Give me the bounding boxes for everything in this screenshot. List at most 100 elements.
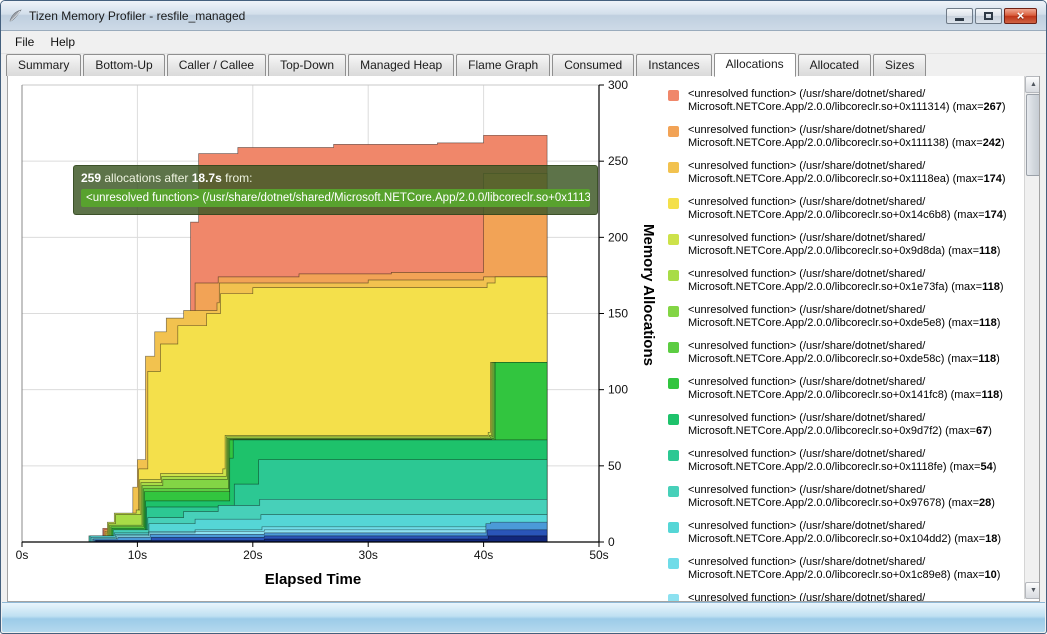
legend-close-paren: ) — [1001, 137, 1005, 149]
legend-max: 28 — [979, 497, 991, 509]
legend-label: <unresolved function> (/usr/share/dotnet… — [688, 124, 1005, 150]
legend-line2: Microsoft.NETCore.App/2.0.0/libcoreclr.s… — [688, 353, 1000, 366]
y-tick-label: 300 — [608, 78, 628, 92]
legend-color-chip — [668, 378, 679, 389]
legend-item[interactable]: <unresolved function> (/usr/share/dotnet… — [668, 160, 1024, 186]
tab-managed-heap[interactable]: Managed Heap — [348, 54, 454, 76]
legend-item[interactable]: <unresolved function> (/usr/share/dotnet… — [668, 484, 1024, 510]
tooltip-count: 259 — [81, 171, 101, 185]
tab-caller-callee[interactable]: Caller / Callee — [167, 54, 266, 76]
close-button[interactable]: × — [1004, 8, 1037, 24]
legend-close-paren: ) — [1000, 281, 1004, 293]
legend-item[interactable]: <unresolved function> (/usr/share/dotnet… — [668, 232, 1024, 258]
tab-allocations[interactable]: Allocations — [714, 53, 796, 77]
menu-help[interactable]: Help — [42, 32, 83, 52]
legend-color-chip — [668, 522, 679, 533]
legend-item[interactable]: <unresolved function> (/usr/share/dotnet… — [668, 448, 1024, 474]
tab-top-down[interactable]: Top-Down — [268, 54, 346, 76]
y-tick-label: 200 — [608, 230, 628, 244]
legend-line1: <unresolved function> (/usr/share/dotnet… — [688, 484, 995, 497]
legend-path: Microsoft.NETCore.App/2.0.0/libcoreclr.s… — [688, 173, 984, 185]
tab-summary[interactable]: Summary — [6, 54, 81, 76]
legend-item[interactable]: <unresolved function> (/usr/share/dotnet… — [668, 592, 1024, 602]
legend-line2: Microsoft.NETCore.App/2.0.0/libcoreclr.s… — [688, 569, 1000, 582]
legend-close-paren: ) — [988, 425, 992, 437]
y-tick-label: 50 — [608, 459, 622, 473]
legend-label: <unresolved function> (/usr/share/dotnet… — [688, 196, 1007, 222]
legend-scrollbar[interactable]: ▲ ▼ — [1024, 76, 1040, 599]
tab-instances[interactable]: Instances — [636, 54, 711, 76]
legend-item[interactable]: <unresolved function> (/usr/share/dotnet… — [668, 268, 1024, 294]
legend-line1: <unresolved function> (/usr/share/dotnet… — [688, 88, 1006, 101]
tab-sizes[interactable]: Sizes — [873, 54, 926, 76]
legend-color-chip — [668, 198, 679, 209]
legend-item[interactable]: <unresolved function> (/usr/share/dotnet… — [668, 304, 1024, 330]
x-tick-label: 40s — [474, 548, 493, 562]
scrollbar-thumb[interactable] — [1026, 94, 1040, 176]
tooltip-function: <unresolved function> (/usr/share/dotnet… — [81, 189, 590, 207]
legend-max: 54 — [980, 461, 992, 473]
maximize-button[interactable] — [975, 8, 1002, 24]
legend-item[interactable]: <unresolved function> (/usr/share/dotnet… — [668, 376, 1024, 402]
legend-line1: <unresolved function> (/usr/share/dotnet… — [688, 592, 925, 602]
legend-line1: <unresolved function> (/usr/share/dotnet… — [688, 448, 996, 461]
legend-line2: Microsoft.NETCore.App/2.0.0/libcoreclr.s… — [688, 137, 1005, 150]
allocations-chart: 0s10s20s30s40s50s050100150200250300 — [14, 76, 656, 576]
legend-close-paren: ) — [1002, 101, 1006, 113]
legend-line1: <unresolved function> (/usr/share/dotnet… — [688, 124, 1005, 137]
legend-line2: Microsoft.NETCore.App/2.0.0/libcoreclr.s… — [688, 497, 995, 510]
tooltip-text-tail: from: — [222, 171, 253, 185]
chart-tooltip: 259 allocations after 18.7s from: <unres… — [73, 165, 598, 215]
tab-flame-graph[interactable]: Flame Graph — [456, 54, 550, 76]
legend-line1: <unresolved function> (/usr/share/dotnet… — [688, 520, 1001, 533]
legend-item[interactable]: <unresolved function> (/usr/share/dotnet… — [668, 412, 1024, 438]
legend-path: Microsoft.NETCore.App/2.0.0/libcoreclr.s… — [688, 281, 982, 293]
legend-line1: <unresolved function> (/usr/share/dotnet… — [688, 268, 1004, 281]
legend-list: <unresolved function> (/usr/share/dotnet… — [652, 82, 1024, 602]
tooltip-summary: 259 allocations after 18.7s from: — [81, 171, 590, 185]
tab-bottom-up[interactable]: Bottom-Up — [83, 54, 164, 76]
legend-label: <unresolved function> (/usr/share/dotnet… — [688, 232, 1000, 258]
legend-max: 267 — [984, 101, 1002, 113]
legend-label: <unresolved function> (/usr/share/dotnet… — [688, 448, 996, 474]
legend-item[interactable]: <unresolved function> (/usr/share/dotnet… — [668, 88, 1024, 114]
legend-line2: Microsoft.NETCore.App/2.0.0/libcoreclr.s… — [688, 245, 1000, 258]
legend-max: 118 — [981, 389, 999, 401]
legend-line1: <unresolved function> (/usr/share/dotnet… — [688, 160, 1006, 173]
legend-label: <unresolved function> (/usr/share/dotnet… — [688, 556, 1000, 582]
tooltip-text-mid: allocations after — [101, 171, 192, 185]
title-bar[interactable]: Tizen Memory Profiler - resfile_managed … — [1, 1, 1046, 31]
menu-file[interactable]: File — [7, 32, 42, 52]
legend-item[interactable]: <unresolved function> (/usr/share/dotnet… — [668, 520, 1024, 546]
legend-path: Microsoft.NETCore.App/2.0.0/libcoreclr.s… — [688, 497, 979, 509]
legend-close-paren: ) — [999, 389, 1003, 401]
tab-consumed[interactable]: Consumed — [552, 54, 634, 76]
legend-path: Microsoft.NETCore.App/2.0.0/libcoreclr.s… — [688, 137, 983, 149]
legend-line1: <unresolved function> (/usr/share/dotnet… — [688, 304, 1000, 317]
legend-line2: Microsoft.NETCore.App/2.0.0/libcoreclr.s… — [688, 281, 1004, 294]
scroll-up-button[interactable]: ▲ — [1025, 76, 1040, 93]
legend-color-chip — [668, 162, 679, 173]
legend-item[interactable]: <unresolved function> (/usr/share/dotnet… — [668, 340, 1024, 366]
app-window: Tizen Memory Profiler - resfile_managed … — [0, 0, 1047, 634]
tab-allocated[interactable]: Allocated — [798, 54, 871, 76]
tab-bar: SummaryBottom-UpCaller / CalleeTop-DownM… — [1, 54, 1046, 76]
scroll-down-button[interactable]: ▼ — [1025, 582, 1040, 599]
legend-line2: Microsoft.NETCore.App/2.0.0/libcoreclr.s… — [688, 461, 996, 474]
minimize-button[interactable] — [946, 8, 973, 24]
legend-item[interactable]: <unresolved function> (/usr/share/dotnet… — [668, 124, 1024, 150]
legend-line2: Microsoft.NETCore.App/2.0.0/libcoreclr.s… — [688, 389, 1003, 402]
legend-label: <unresolved function> (/usr/share/dotnet… — [688, 484, 995, 510]
window-controls: × — [946, 8, 1040, 24]
legend-path: Microsoft.NETCore.App/2.0.0/libcoreclr.s… — [688, 569, 985, 581]
legend-color-chip — [668, 594, 679, 602]
legend-color-chip — [668, 558, 679, 569]
legend-label: <unresolved function> (/usr/share/dotnet… — [688, 592, 925, 602]
legend-close-paren: ) — [997, 533, 1001, 545]
close-icon: × — [1017, 9, 1025, 22]
window-title: Tizen Memory Profiler - resfile_managed — [29, 9, 245, 23]
legend-color-chip — [668, 450, 679, 461]
tooltip-time: 18.7s — [192, 171, 222, 185]
legend-item[interactable]: <unresolved function> (/usr/share/dotnet… — [668, 556, 1024, 582]
legend-item[interactable]: <unresolved function> (/usr/share/dotnet… — [668, 196, 1024, 222]
